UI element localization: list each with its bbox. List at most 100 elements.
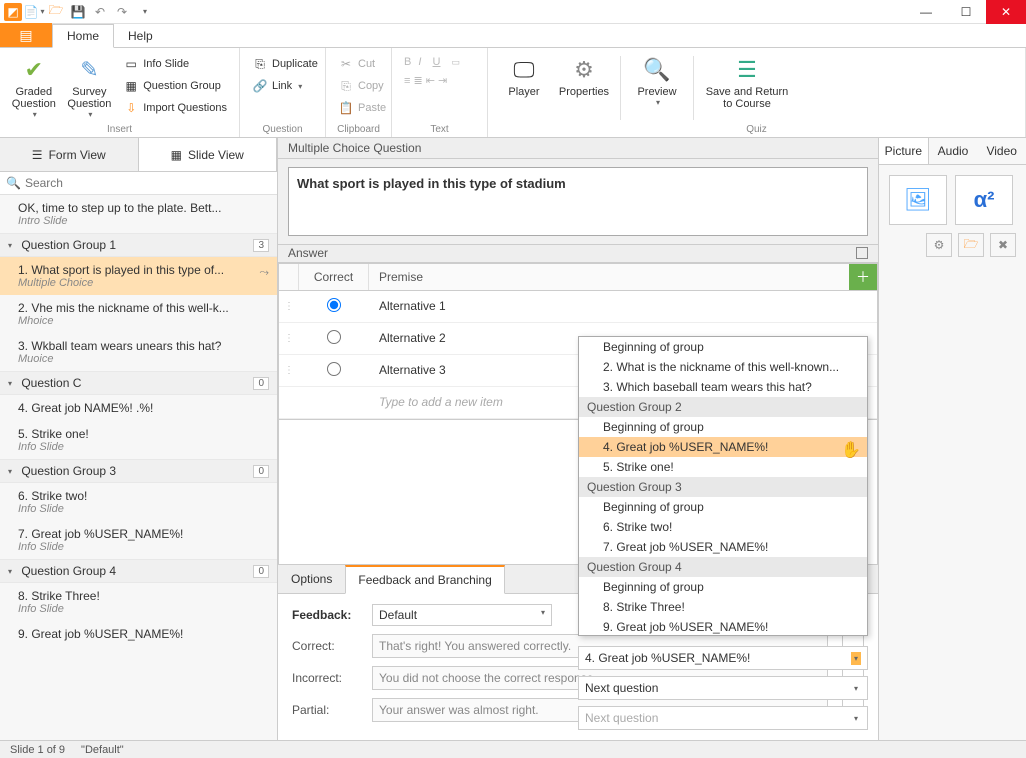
save-return-button[interactable]: ☰Save and Return to Course (702, 52, 792, 124)
media-remove-button[interactable]: ✖ (990, 233, 1016, 257)
duplicate-button[interactable]: ⎘Duplicate (248, 54, 322, 74)
text-list[interactable]: ≡ ≣ ⇤ ⇥ (400, 72, 464, 89)
ribbon-tab-file[interactable]: ▤ (0, 23, 52, 47)
dropdown-item[interactable]: 8. Strike Three! (579, 597, 867, 617)
properties-button[interactable]: ⚙Properties (556, 52, 612, 124)
import-questions-button[interactable]: ⇩Import Questions (119, 98, 231, 118)
slide-list[interactable]: OK, time to step up to the plate. Bett..… (0, 195, 277, 740)
ribbon-tab-home[interactable]: Home (52, 24, 114, 48)
media-equation-slot[interactable]: α² (955, 175, 1013, 225)
answer-row[interactable]: ⋮ Alternative 1 (279, 291, 877, 323)
text-bold[interactable]: B I U ▭ (400, 54, 464, 70)
group-header[interactable]: ▾ Question C0 (0, 371, 277, 395)
media-tab-picture[interactable]: Picture (879, 138, 929, 164)
question-group-button[interactable]: ▦Question Group (119, 76, 231, 96)
slide-view-icon: ▦ (171, 148, 182, 162)
dropdown-item[interactable]: Beginning of group (579, 417, 867, 437)
slide-item[interactable]: 9. Great job %USER_NAME%! (0, 621, 277, 647)
dropdown-item[interactable]: 9. Great job %USER_NAME%! (579, 617, 867, 636)
qat-save[interactable]: 💾 (68, 2, 88, 22)
slide-item[interactable]: 6. Strike two!Info Slide (0, 483, 277, 521)
cut-icon: ✂ (338, 56, 354, 72)
branch-dropdown-popup[interactable]: Beginning of group2. What is the nicknam… (578, 336, 868, 636)
slide-item[interactable]: 3. Wkball team wears unears this hat?Muo… (0, 333, 277, 371)
link-button[interactable]: 🔗Link▾ (248, 76, 322, 96)
qat-redo[interactable]: ↷ (112, 2, 132, 22)
media-tab-video[interactable]: Video (977, 138, 1026, 164)
tab-form-view[interactable]: ☰Form View (0, 138, 139, 171)
slide-item[interactable]: 4. Great job NAME%! .%! (0, 395, 277, 421)
search-row[interactable]: 🔍 (0, 172, 277, 195)
media-settings-button[interactable]: ⚙ (926, 233, 952, 257)
window-maximize[interactable]: ☐ (946, 0, 986, 24)
qat-customize[interactable]: ▾ (134, 2, 154, 22)
group-header[interactable]: ▾ Question Group 13 (0, 233, 277, 257)
correct-radio[interactable] (327, 362, 341, 376)
tab-feedback[interactable]: Feedback and Branching (345, 565, 504, 594)
preview-button[interactable]: 🔍Preview▾ (629, 52, 685, 124)
slide-item[interactable]: 8. Strike Three!Info Slide (0, 583, 277, 621)
graded-icon: ✔ (20, 56, 48, 84)
properties-icon: ⚙ (570, 56, 598, 84)
cursor-icon: ✋ (841, 440, 861, 457)
media-open-button[interactable]: 🗁 (958, 233, 984, 257)
titlebar: ◩ 📄▾ 🗁 💾 ↶ ↷ ▾ — ☐ ✕ (0, 0, 1026, 24)
paste-button[interactable]: 📋Paste (334, 98, 390, 118)
feedback-mode-select[interactable]: Default▾ (372, 604, 552, 626)
dropdown-item[interactable]: Beginning of group (579, 497, 867, 517)
add-answer-button[interactable]: ＋ (849, 264, 877, 290)
qat-open[interactable]: 🗁 (46, 2, 66, 22)
branch-partial-select[interactable]: Next question▾ (578, 706, 868, 730)
survey-question-button[interactable]: ✎ Survey Question▾ (64, 52, 116, 124)
slide-item[interactable]: 1. What sport is played in this type of.… (0, 257, 277, 295)
feedback-label: Feedback: (292, 608, 362, 622)
tab-slide-view[interactable]: ▦Slide View (139, 138, 278, 171)
answer-text[interactable]: Alternative 1 (369, 299, 877, 313)
qat-undo[interactable]: ↶ (90, 2, 110, 22)
dropdown-item[interactable]: 2. What is the nickname of this well-kno… (579, 357, 867, 377)
info-slide-button[interactable]: ▭Info Slide (119, 54, 231, 74)
drag-handle[interactable]: ⋮ (279, 365, 299, 376)
tab-options[interactable]: Options (278, 565, 345, 593)
correct-radio[interactable] (327, 298, 341, 312)
group-header[interactable]: ▾ Question Group 40 (0, 559, 277, 583)
media-tab-audio[interactable]: Audio (929, 138, 978, 164)
slide-item[interactable]: 5. Strike one!Info Slide (0, 421, 277, 459)
slide-item[interactable]: 7. Great job %USER_NAME%!Info Slide (0, 521, 277, 559)
dropdown-item[interactable]: 4. Great job %USER_NAME%!✋ (579, 437, 867, 457)
dropdown-item[interactable]: 6. Strike two! (579, 517, 867, 537)
ribbon-tab-help[interactable]: Help (114, 25, 167, 47)
branch-selects: 4. Great job %USER_NAME%!▾ Next question… (578, 646, 868, 730)
player-icon: 🖵 (510, 56, 538, 84)
group-clipboard-title: Clipboard (334, 124, 383, 135)
graded-question-button[interactable]: ✔ Graded Question▾ (8, 52, 60, 124)
dropdown-item[interactable]: 3. Which baseball team wears this hat? (579, 377, 867, 397)
drag-handle[interactable]: ⋮ (279, 301, 299, 312)
question-group-icon: ▦ (123, 78, 139, 94)
cut-button[interactable]: ✂Cut (334, 54, 390, 74)
dropdown-item[interactable]: Beginning of group (579, 577, 867, 597)
slide-item-intro[interactable]: OK, time to step up to the plate. Bett..… (0, 195, 277, 233)
correct-radio[interactable] (327, 330, 341, 344)
branch-incorrect-select[interactable]: Next question▾ (578, 676, 868, 700)
qat-new[interactable]: 📄▾ (24, 2, 44, 22)
dropdown-item[interactable]: Beginning of group (579, 337, 867, 357)
branch-correct-select[interactable]: 4. Great job %USER_NAME%!▾ (578, 646, 868, 670)
player-button[interactable]: 🖵Player (496, 52, 552, 124)
window-close[interactable]: ✕ (986, 0, 1026, 24)
statusbar: Slide 1 of 9 "Default" (0, 740, 1026, 758)
search-input[interactable] (25, 176, 271, 190)
ribbon-tabs: ▤ Home Help (0, 24, 1026, 48)
answer-expand-icon[interactable] (856, 247, 868, 259)
drag-handle[interactable]: ⋮ (279, 333, 299, 344)
col-correct: Correct (299, 264, 369, 290)
dropdown-group: Question Group 2 (579, 397, 867, 417)
dropdown-item[interactable]: 5. Strike one! (579, 457, 867, 477)
window-minimize[interactable]: — (906, 0, 946, 24)
group-header[interactable]: ▾ Question Group 30 (0, 459, 277, 483)
slide-item[interactable]: 2. Vhe mis the nickname of this well-k..… (0, 295, 277, 333)
dropdown-item[interactable]: 7. Great job %USER_NAME%! (579, 537, 867, 557)
copy-button[interactable]: ⎘Copy (334, 76, 390, 96)
question-text-input[interactable]: What sport is played in this type of sta… (288, 167, 868, 237)
media-image-slot[interactable]: 🖼 (889, 175, 947, 225)
